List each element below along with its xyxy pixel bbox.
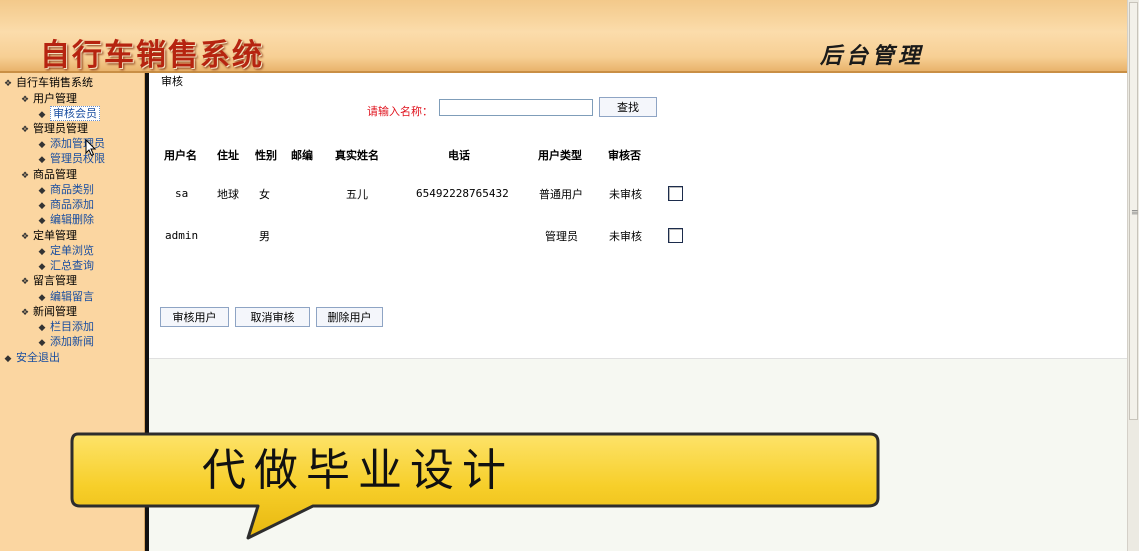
mouse-cursor-icon	[85, 139, 97, 157]
sidebar-item-label[interactable]: 审核会员	[50, 106, 100, 121]
sidebar-item-add-news[interactable]: ◆ 添加新闻	[37, 334, 94, 349]
sidebar-item-edit-messages[interactable]: ◆ 编辑留言	[37, 289, 94, 304]
sidebar-group-label: 商品管理	[33, 168, 77, 181]
column-header-address: 住址	[217, 149, 239, 162]
sidebar-item-review-members[interactable]: ◆ 审核会员	[37, 106, 100, 121]
cell-status: 未审核	[609, 230, 642, 243]
cell-gender: 男	[259, 230, 270, 243]
tree-root[interactable]: ❖ 自行车销售系统	[3, 75, 93, 90]
search-button[interactable]: 查找	[599, 97, 657, 117]
cell-phone: 65492228765432	[416, 187, 509, 200]
sidebar-group-label: 管理员管理	[33, 122, 88, 135]
row-select-checkbox[interactable]	[668, 228, 683, 243]
column-header-phone: 电话	[448, 149, 470, 162]
main-content: 审核 请输入名称： 查找 用户名 住址 性别 邮编 真实姓名 电话 用户类型 审…	[149, 73, 1127, 359]
callout-text: 代做毕业设计	[202, 445, 514, 496]
banner-subtitle: 后台管理	[820, 43, 925, 69]
tree-node-icon: ❖	[20, 95, 30, 105]
sidebar-group-orders[interactable]: ❖ 定单管理	[20, 228, 77, 243]
banner-title: 自行车销售系统	[40, 38, 264, 73]
tree-node-icon: ❖	[20, 125, 30, 135]
sidebar-item-order-summary[interactable]: ◆ 汇总查询	[37, 258, 94, 273]
sidebar-group-admin[interactable]: ❖ 管理员管理	[20, 121, 88, 136]
tree-node-icon: ❖	[3, 79, 13, 89]
scrollbar-grip-icon: ≡	[1131, 208, 1139, 218]
sidebar-item-product-edit[interactable]: ◆ 编辑删除	[37, 212, 94, 227]
sidebar-item-product-add[interactable]: ◆ 商品添加	[37, 197, 94, 212]
cell-user-type: 普通用户	[539, 188, 583, 201]
logout-link[interactable]: 安全退出	[16, 351, 60, 364]
sidebar-group-messages[interactable]: ❖ 留言管理	[20, 273, 77, 288]
cell-username: admin	[165, 229, 199, 242]
sidebar-group-label: 定单管理	[33, 229, 77, 242]
search-input[interactable]	[439, 99, 593, 116]
sidebar-item-label[interactable]: 栏目添加	[50, 320, 94, 333]
sidebar-item-label[interactable]: 添加新闻	[50, 335, 94, 348]
app-window: 自行车销售系统 后台管理 ❖ 自行车销售系统 ❖ 用户管理 ◆ 审核会员 ❖ 管理员管理…	[0, 0, 1139, 551]
cell-real-name: 五儿	[346, 188, 368, 201]
sidebar-item-label[interactable]: 定单浏览	[50, 244, 94, 257]
sidebar-group-user[interactable]: ❖ 用户管理	[20, 91, 77, 106]
sidebar-item-order-browse[interactable]: ◆ 定单浏览	[37, 243, 94, 258]
tree-node-icon: ❖	[20, 308, 30, 318]
sidebar-group-label: 留言管理	[33, 274, 77, 287]
column-header-user-type: 用户类型	[538, 149, 582, 162]
cell-gender: 女	[259, 188, 270, 201]
approve-user-button[interactable]: 审核用户	[160, 307, 229, 327]
tree-leaf-icon: ◆	[4, 354, 12, 364]
sidebar-item-label[interactable]: 汇总查询	[50, 259, 94, 272]
tree-node-icon: ❖	[20, 277, 30, 287]
callout-bubble: 代做毕业设计	[70, 432, 880, 540]
tree-root-label: 自行车销售系统	[16, 76, 93, 89]
sidebar-group-label: 用户管理	[33, 92, 77, 105]
cell-address: 地球	[217, 188, 239, 201]
column-header-username: 用户名	[164, 149, 197, 162]
tree-leaf-icon: ◆	[38, 216, 46, 226]
sidebar-item-label[interactable]: 商品添加	[50, 198, 94, 211]
header-banner: 自行车销售系统 后台管理	[0, 0, 1127, 73]
tree-node-icon: ❖	[20, 232, 30, 242]
sidebar-group-news[interactable]: ❖ 新闻管理	[20, 304, 77, 319]
column-header-real-name: 真实姓名	[335, 149, 379, 162]
sidebar-item-product-category[interactable]: ◆ 商品类别	[37, 182, 94, 197]
cell-user-type: 管理员	[545, 230, 578, 243]
sidebar-group-products[interactable]: ❖ 商品管理	[20, 167, 77, 182]
tree-node-icon: ❖	[20, 171, 30, 181]
sidebar-item-label[interactable]: 编辑留言	[50, 290, 94, 303]
breadcrumb: 审核	[161, 75, 183, 88]
sidebar-item-label[interactable]: 商品类别	[50, 183, 94, 196]
delete-user-button[interactable]: 删除用户	[316, 307, 383, 327]
sidebar-group-label: 新闻管理	[33, 305, 77, 318]
cancel-approval-button[interactable]: 取消审核	[235, 307, 310, 327]
tree-leaf-icon: ◆	[38, 155, 46, 165]
row-select-checkbox[interactable]	[668, 186, 683, 201]
cell-status: 未审核	[609, 188, 642, 201]
search-label: 请输入名称：	[367, 105, 433, 118]
sidebar-logout[interactable]: ◆ 安全退出	[3, 350, 60, 365]
column-header-zip: 邮编	[291, 149, 313, 162]
cell-username: sa	[175, 187, 189, 200]
column-header-status: 审核否	[608, 149, 641, 162]
sidebar-item-column-add[interactable]: ◆ 栏目添加	[37, 319, 94, 334]
column-header-gender: 性别	[255, 149, 277, 162]
sidebar-item-label[interactable]: 编辑删除	[50, 213, 94, 226]
tree-leaf-icon: ◆	[38, 338, 46, 348]
